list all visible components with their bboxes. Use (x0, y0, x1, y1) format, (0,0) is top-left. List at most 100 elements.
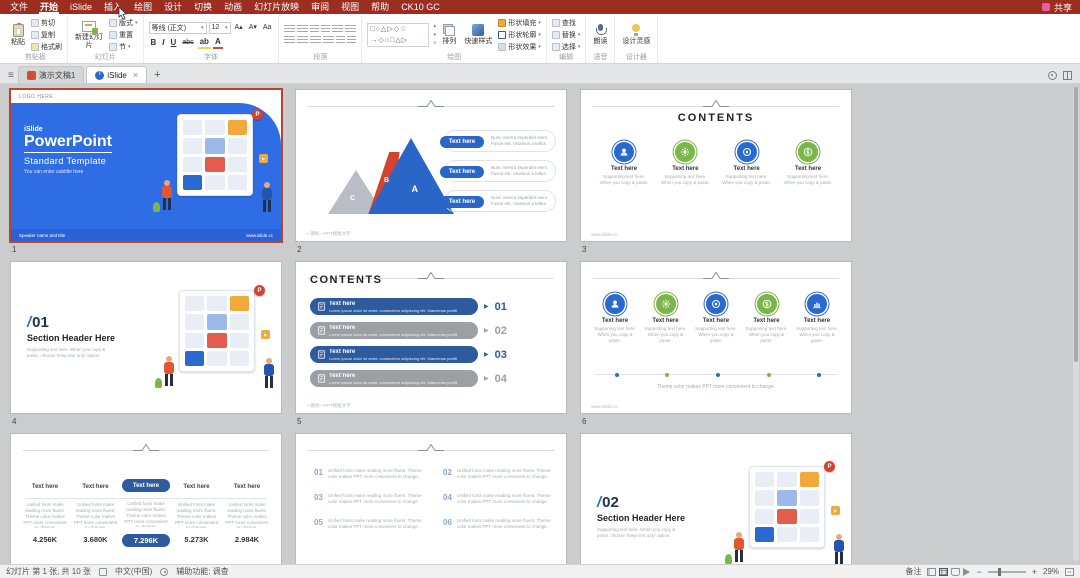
format-painter-button[interactable]: 格式刷 (31, 42, 62, 52)
font-size-select[interactable]: 12 ▾ (208, 21, 231, 34)
slide-thumbnail-6[interactable]: Text here Supporting text here. When you… (580, 261, 852, 430)
spellcheck-icon[interactable] (98, 567, 107, 576)
quick-styles-button[interactable]: 快速样式 (462, 23, 494, 47)
chevron-down-icon: ▾ (201, 24, 204, 31)
tab-review[interactable]: 审阅 (305, 0, 335, 14)
tab-islide[interactable]: iSlide (64, 0, 98, 14)
slide-sorter-view-icon[interactable] (939, 567, 949, 576)
menu-icon[interactable]: ≡ (4, 70, 18, 83)
strikethrough-button[interactable]: abc (180, 37, 195, 48)
account-avatar[interactable] (1041, 3, 1050, 11)
share-button[interactable]: 共享 (1054, 1, 1072, 14)
line-spacing-icon[interactable] (332, 25, 344, 34)
italic-button[interactable]: I (160, 37, 166, 48)
notes-toggle[interactable]: 备注 (905, 566, 921, 577)
increase-indent-icon[interactable] (321, 25, 331, 34)
document-tab-islide[interactable]: iSlide × (86, 66, 148, 83)
fit-to-window-icon[interactable] (1065, 567, 1074, 576)
slide-thumbnail-3[interactable]: CONTENTS Text here Supporting text here.… (580, 89, 852, 258)
slide-thumbnail-9[interactable]: /02 Section Header Here Supporting text … (580, 433, 852, 564)
slide-thumbnail-4[interactable]: /01 Section Header Here Supporting text … (10, 261, 282, 430)
increase-font-button[interactable]: A▴ (233, 22, 245, 33)
bullets-icon[interactable] (284, 25, 296, 34)
tab-slideshow[interactable]: 幻灯片放映 (248, 0, 305, 14)
decrease-font-button[interactable]: A▾ (247, 22, 259, 33)
tab-file[interactable]: 文件 (4, 0, 34, 14)
scrollbar-thumb[interactable] (1074, 87, 1078, 362)
window-switch-icon[interactable] (1063, 71, 1072, 80)
justify-icon[interactable] (323, 36, 335, 45)
paste-button[interactable]: 粘贴 (9, 22, 27, 48)
shape-fill-button[interactable]: 形状填充 ▾ (498, 18, 541, 28)
new-tab-button[interactable]: + (149, 69, 165, 83)
value-label: 3.680K (83, 535, 108, 544)
align-left-icon[interactable] (284, 36, 296, 45)
font-family-select[interactable]: 等线 (正文) ▾ (148, 21, 207, 34)
tab-transitions[interactable]: 切换 (188, 0, 218, 14)
scrollbar[interactable] (1073, 87, 1079, 561)
gallery-more-icon[interactable]: ≡ (433, 40, 436, 47)
tab-design[interactable]: 设计 (158, 0, 188, 14)
microphone-icon (595, 24, 607, 36)
new-slide-button[interactable]: 新建幻灯片 (73, 20, 105, 51)
select-button[interactable]: 选择 ▾ (551, 42, 580, 52)
tab-draw[interactable]: 绘图 (128, 0, 158, 14)
shapes-gallery[interactable]: □○△▷◇☆ →◇○□△▷ (367, 23, 430, 47)
reset-button[interactable]: 重置 (109, 30, 138, 40)
zoom-slider-thumb[interactable] (997, 567, 1001, 576)
slide-thumbnail-2[interactable]: A B C Text here Nunc viverra imperdiet en… (295, 89, 567, 258)
slide-canvas: Text here Supporting text here. When you… (580, 261, 852, 414)
scroll-down-icon[interactable]: ▾ (433, 32, 436, 39)
zoom-level[interactable]: 29% (1043, 567, 1059, 576)
underline-button[interactable]: U (169, 37, 179, 48)
text-block: 03 Unified fonts make reading more fluent… (314, 493, 422, 505)
shape-outline-button[interactable]: 形状轮廓 ▾ (498, 30, 541, 40)
cut-button[interactable]: 剪切 (31, 18, 62, 28)
font-color-button[interactable]: A (212, 36, 223, 49)
bold-button[interactable]: B (149, 37, 159, 48)
shape-effects-button[interactable]: 形状效果 ▾ (498, 42, 541, 52)
settings-gear-icon[interactable] (1048, 71, 1057, 80)
tab-animations[interactable]: 动画 (218, 0, 248, 14)
document-tab-presentation1[interactable]: 演示文稿1 (17, 66, 85, 83)
text-direction-icon[interactable] (345, 25, 357, 34)
callout-title: Text here (440, 166, 484, 178)
people-illustration: P ▶ (155, 285, 274, 388)
tab-addin[interactable]: CK10 GC (395, 0, 446, 14)
scroll-up-icon[interactable]: ▴ (433, 23, 436, 30)
slide-thumbnail-1[interactable]: LOGO HERE P ▶ iSlide PowerPoint Standard… (10, 89, 282, 258)
header-line-decoration (308, 99, 554, 107)
accessibility-status[interactable]: 辅助功能: 调查 (176, 566, 228, 577)
language-indicator[interactable]: 中文(中国) (115, 566, 152, 577)
columns-icon[interactable] (336, 36, 346, 45)
reading-view-icon[interactable] (951, 567, 961, 576)
read-aloud-button[interactable]: 朗读 (591, 23, 609, 47)
zoom-slider[interactable] (987, 567, 1026, 576)
align-right-icon[interactable] (310, 36, 322, 45)
find-button[interactable]: 查找 (551, 18, 581, 28)
slide-thumbnail-8[interactable]: 01 Unified fonts make reading more fluent… (295, 433, 567, 564)
tab-home[interactable]: 开始 (34, 0, 64, 14)
highlight-color-button[interactable]: ab (197, 36, 211, 49)
tab-view[interactable]: 视图 (335, 0, 365, 14)
align-center-icon[interactable] (297, 36, 309, 45)
close-tab-icon[interactable]: × (133, 70, 138, 80)
design-ideas-button[interactable]: 设计灵感 (620, 23, 652, 47)
normal-view-icon[interactable] (927, 567, 937, 576)
arrange-button[interactable]: 排列 (440, 23, 458, 47)
change-case-button[interactable]: Aa (261, 22, 274, 33)
slide-thumbnail-7[interactable]: Text here Unified fonts make reading mor… (10, 433, 282, 564)
numbering-icon[interactable] (297, 25, 309, 34)
replace-button[interactable]: 替换 ▾ (551, 30, 580, 40)
decrease-indent-icon[interactable] (310, 25, 320, 34)
zoom-in-button[interactable]: + (1032, 567, 1037, 577)
zoom-out-button[interactable]: − (976, 567, 981, 577)
reset-icon (109, 31, 117, 39)
slide-thumbnail-5[interactable]: CONTENTS Text here Lorem ipsum dolor sit … (295, 261, 567, 430)
smartart-convert-icon[interactable] (347, 36, 357, 45)
tab-help[interactable]: 帮助 (365, 0, 395, 14)
gallery-scrollbar[interactable]: ▴ ▾ ≡ (433, 23, 436, 47)
section-button[interactable]: 节 ▾ (109, 42, 138, 52)
copy-button[interactable]: 复制 (31, 30, 62, 40)
slideshow-icon[interactable] (963, 567, 971, 576)
